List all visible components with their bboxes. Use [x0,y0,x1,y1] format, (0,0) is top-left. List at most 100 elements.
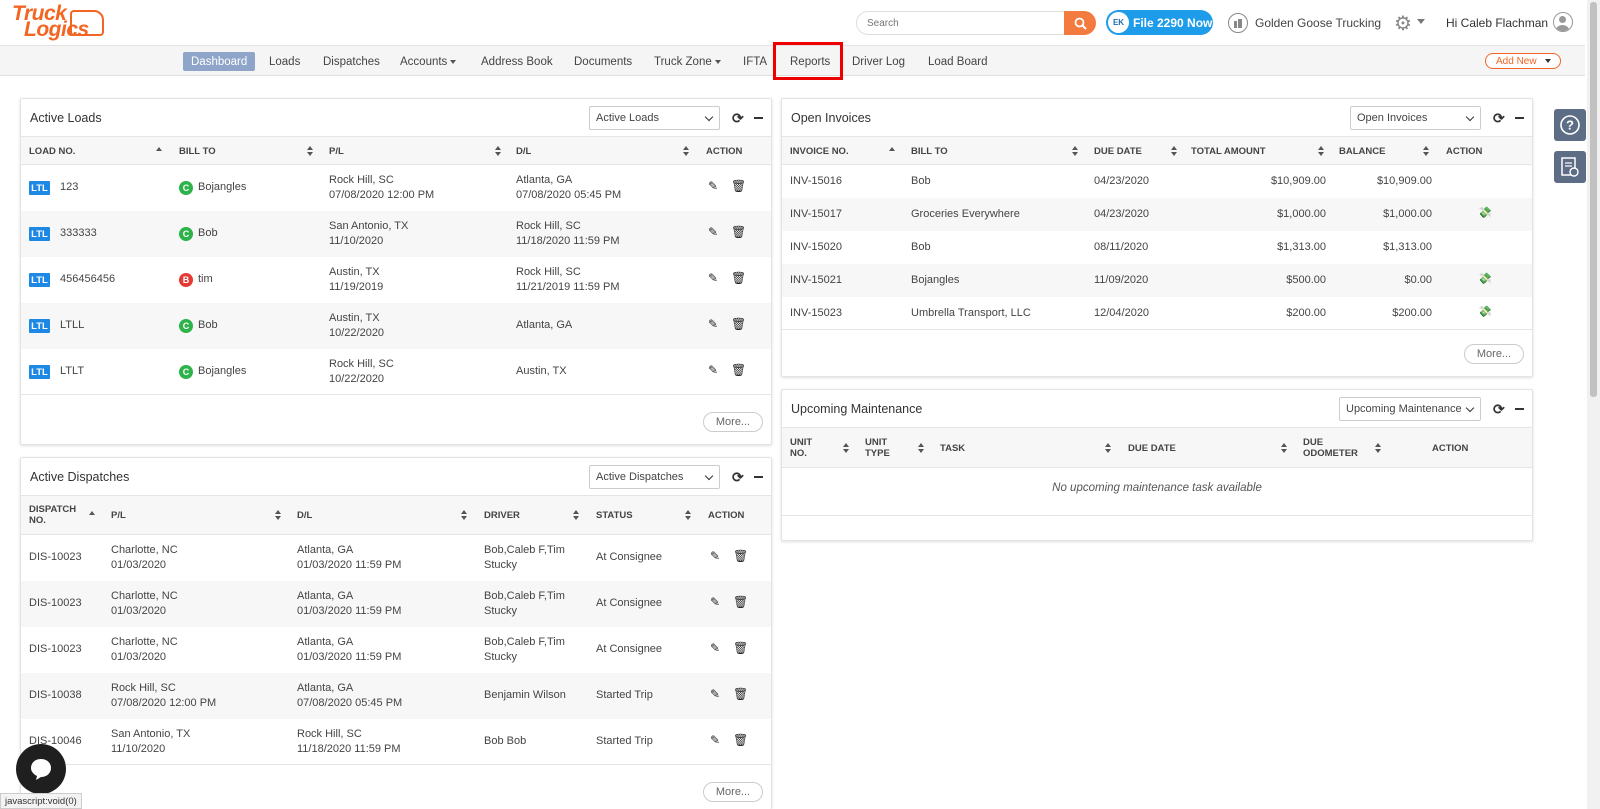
edit-icon[interactable]: ✎ [708,363,718,377]
add-new-button[interactable]: Add New [1485,53,1561,69]
settings-dropdown-caret[interactable] [1417,19,1425,24]
load-no[interactable]: 123 [60,180,78,195]
sort-icon[interactable] [1281,443,1287,453]
table-row[interactable]: DIS-10023 Charlotte, NC 01/03/2020 Atlan… [21,627,771,673]
trash-icon[interactable]: 🗑 [733,549,748,563]
col-total-amount[interactable]: TOTAL AMOUNT [1191,146,1266,157]
truck-logics-logo[interactable]: Truck Logics [10,2,104,44]
edit-icon[interactable]: ✎ [710,641,720,655]
col-due-date[interactable]: DUE DATE [1128,443,1176,454]
sort-icon[interactable] [275,510,281,520]
table-row[interactable]: LTL 456456456 B tim Austin, TX 11/19/201… [21,257,771,303]
gear-icon[interactable]: ⚙ [1394,11,1412,36]
col-task[interactable]: TASK [940,443,965,454]
load-no[interactable]: 456456456 [60,272,115,287]
nav-dispatches[interactable]: Dispatches [323,52,380,71]
refresh-icon[interactable]: ⟳ [1493,110,1505,127]
col-bill-to[interactable]: BILL TO [911,146,948,157]
sort-icon[interactable] [1375,443,1381,453]
col-status[interactable]: STATUS [596,510,633,521]
edit-icon[interactable]: ✎ [710,549,720,563]
sort-icon[interactable] [843,443,849,453]
dispatch-no[interactable]: DIS-10023 [29,550,82,565]
file-2290-button[interactable]: EK File 2290 Now [1106,10,1213,35]
table-row[interactable]: DIS-10023 Charlotte, NC 01/03/2020 Atlan… [21,535,771,581]
edit-icon[interactable]: ✎ [708,225,718,239]
col-invoice-no[interactable]: INVOICE NO. [790,146,849,157]
table-row[interactable]: INV-15020 Bob 08/11/2020 $1,313.00 $1,31… [782,231,1532,264]
sort-icon[interactable] [307,146,313,156]
user-greeting[interactable]: Hi Caleb Flachman [1446,16,1548,30]
receive-payment-icon[interactable]: 💸 [1478,305,1492,318]
edit-icon[interactable]: ✎ [710,733,720,747]
invoice-no[interactable]: INV-15020 [790,240,842,255]
nav-truck-zone[interactable]: Truck Zone [654,52,721,71]
edit-icon[interactable]: ✎ [710,687,720,701]
col-dl[interactable]: D/L [516,146,531,157]
col-pl[interactable]: P/L [111,510,126,521]
col-unit-type[interactable]: UNIT TYPE [865,437,890,459]
table-row[interactable]: LTL LTLL C Bob Austin, TX 10/22/2020 Atl… [21,303,771,349]
col-dl[interactable]: D/L [297,510,312,521]
col-load-no[interactable]: LOAD NO. [29,146,75,157]
nav-loads[interactable]: Loads [269,52,300,71]
report-button[interactable] [1554,151,1586,183]
more-button[interactable]: More... [703,412,763,432]
refresh-icon[interactable]: ⟳ [1493,401,1505,418]
scrollbar-thumb[interactable] [1590,2,1597,397]
minimize-icon[interactable] [754,476,763,478]
invoice-no[interactable]: INV-15017 [790,207,842,222]
sort-icon[interactable] [1318,146,1324,156]
trash-icon[interactable]: 🗑 [731,271,746,285]
nav-documents[interactable]: Documents [574,52,632,71]
trash-icon[interactable]: 🗑 [733,595,748,609]
edit-icon[interactable]: ✎ [708,271,718,285]
sort-icon[interactable] [461,510,467,520]
active-loads-select[interactable]: Active Loads [589,106,720,130]
table-row[interactable]: DIS-10046 San Antonio, TX 11/10/2020 Roc… [21,719,771,765]
chat-launcher[interactable] [16,744,66,794]
sort-icon[interactable] [685,510,691,520]
more-button[interactable]: More... [1464,344,1524,364]
sort-icon[interactable] [573,510,579,520]
col-unit-no[interactable]: UNIT NO. [790,437,812,459]
minimize-icon[interactable] [754,117,763,119]
nav-dashboard[interactable]: Dashboard [183,52,256,71]
sort-icon[interactable] [683,146,689,156]
sort-icon[interactable] [1171,146,1177,156]
receive-payment-icon[interactable]: 💸 [1478,272,1492,285]
invoice-no[interactable]: INV-15023 [790,306,842,321]
sort-icon[interactable] [918,443,924,453]
dispatch-no[interactable]: DIS-10023 [29,596,82,611]
sort-asc-icon[interactable] [156,147,162,157]
nav-load-board[interactable]: Load Board [928,52,987,71]
table-row[interactable]: DIS-10023 Charlotte, NC 01/03/2020 Atlan… [21,581,771,627]
table-row[interactable]: INV-15023 Umbrella Transport, LLC 12/04/… [782,297,1532,330]
table-row[interactable]: INV-15016 Bob 04/23/2020 $10,909.00 $10,… [782,165,1532,198]
col-bill-to[interactable]: BILL TO [179,146,216,157]
invoice-no[interactable]: INV-15016 [790,174,842,189]
edit-icon[interactable]: ✎ [710,595,720,609]
minimize-icon[interactable] [1515,408,1524,410]
refresh-icon[interactable]: ⟳ [732,110,744,127]
sort-icon[interactable] [1105,443,1111,453]
trash-icon[interactable]: 🗑 [731,363,746,377]
nav-accounts[interactable]: Accounts [400,52,457,71]
company-name[interactable]: Golden Goose Trucking [1255,16,1381,30]
sort-asc-icon[interactable] [89,511,95,521]
load-no[interactable]: 333333 [60,226,97,241]
refresh-icon[interactable]: ⟳ [732,469,744,486]
col-driver[interactable]: DRIVER [484,510,520,521]
trash-icon[interactable]: 🗑 [731,317,746,331]
receive-payment-icon[interactable]: 💸 [1478,206,1492,219]
col-due-odometer[interactable]: DUE ODOMETER [1303,437,1358,459]
sort-asc-icon[interactable] [889,147,895,157]
sort-icon[interactable] [495,146,501,156]
trash-icon[interactable]: 🗑 [731,179,746,193]
edit-icon[interactable]: ✎ [708,179,718,193]
minimize-icon[interactable] [1515,117,1524,119]
table-row[interactable]: INV-15017 Groceries Everywhere 04/23/202… [782,198,1532,231]
search-input[interactable] [856,11,1066,35]
upcoming-maintenance-select[interactable]: Upcoming Maintenance [1339,397,1481,421]
invoice-no[interactable]: INV-15021 [790,273,842,288]
